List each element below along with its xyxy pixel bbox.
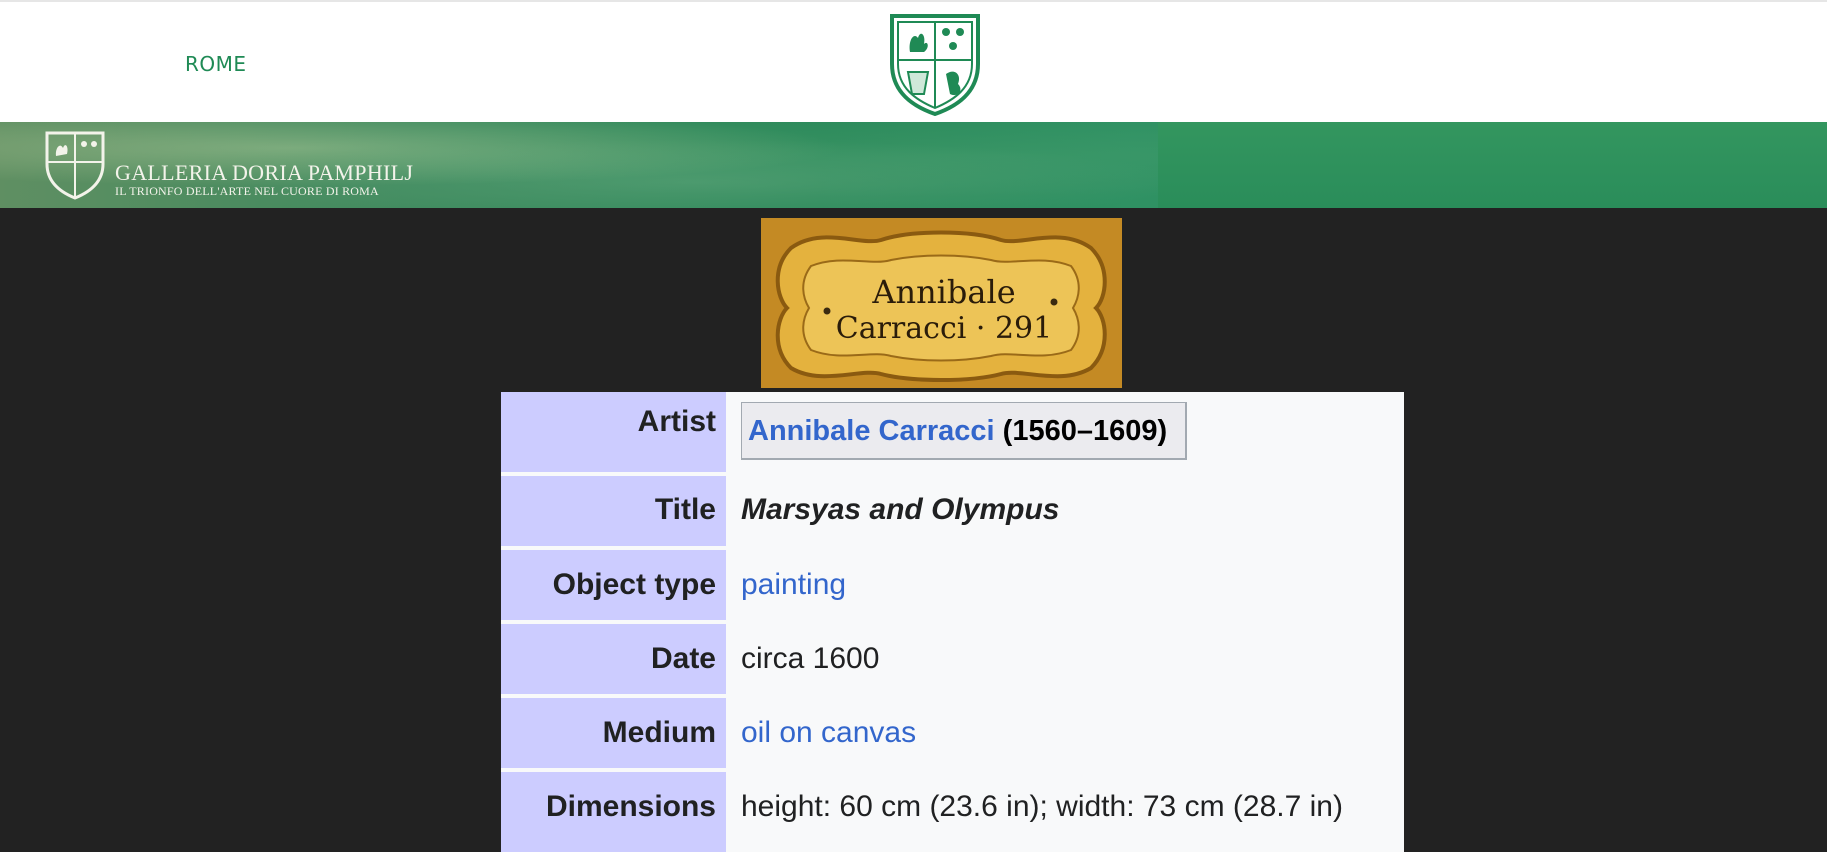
medium-link[interactable]: oil on canvas [741, 716, 916, 749]
dimensions-value: height: 60 cm (23.6 in); width: 73 cm (2… [741, 790, 1343, 823]
row-date: Date circa 1600 [501, 624, 1404, 694]
crest-logo-icon[interactable] [888, 12, 982, 117]
object-type-link[interactable]: painting [741, 568, 846, 601]
nav-link-rome[interactable]: ROME [185, 52, 247, 76]
plaque-line-1: Annibale [871, 273, 1015, 311]
site-header: ROME [0, 0, 1827, 122]
row-dimensions: Dimensions height: 60 cm (23.6 in); widt… [501, 772, 1404, 852]
gallery-banner: GALLERIA DORIA PAMPHILJ IL TRIONFO DELL'… [0, 122, 1827, 208]
artwork-plaque-image: Annibale Carracci · 291 [761, 218, 1122, 388]
row-title: Title Marsyas and Olympus [501, 476, 1404, 546]
gallery-name[interactable]: GALLERIA DORIA PAMPHILJ [115, 160, 413, 186]
artist-creator-box: Annibale Carracci (1560–1609) [741, 402, 1187, 460]
label-date: Date [501, 624, 726, 694]
gallery-crest-icon[interactable] [44, 130, 106, 200]
row-artist: Artist Annibale Carracci (1560–1609) [501, 392, 1404, 472]
label-title: Title [501, 476, 726, 546]
label-artist: Artist [501, 392, 726, 472]
title-value: Marsyas and Olympus [741, 493, 1060, 526]
row-object-type: Object type painting [501, 550, 1404, 620]
plaque-line-2: Carracci · 291 [836, 311, 1052, 346]
artist-link[interactable]: Annibale Carracci [748, 415, 995, 447]
artist-years: (1560–1609) [1002, 415, 1168, 447]
banner-right-panel [1158, 122, 1827, 208]
label-dimensions: Dimensions [501, 772, 726, 852]
date-value: circa 1600 [741, 642, 880, 675]
row-medium: Medium oil on canvas [501, 698, 1404, 768]
gallery-tagline: IL TRIONFO DELL'ARTE NEL CUORE DI ROMA [115, 184, 379, 198]
label-medium: Medium [501, 698, 726, 768]
label-object-type: Object type [501, 550, 726, 620]
artwork-infobox: Artist Annibale Carracci (1560–1609) Tit… [501, 392, 1404, 852]
